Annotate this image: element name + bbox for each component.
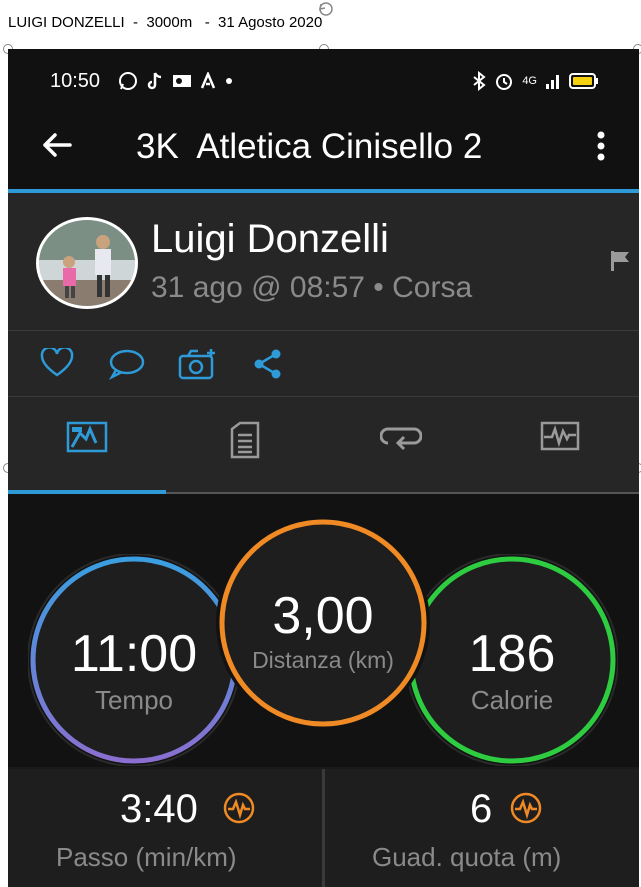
arrow-left-icon[interactable]: [40, 128, 74, 162]
pulse-icon: [510, 792, 542, 824]
whatsapp-icon: [119, 72, 137, 90]
activity-meta: 31 ago @ 08:57 • Corsa: [151, 271, 473, 304]
distanza-value: 3,00: [272, 587, 374, 645]
status-system-icons: 4G: [472, 71, 599, 91]
more-vertical-icon[interactable]: [595, 131, 607, 161]
rotate-handle-icon[interactable]: [311, 0, 341, 18]
phone-screenshot: 10:50 4G 3K Atletica Cinisello 2 Luigi D…: [8, 49, 639, 887]
status-time: 10:50: [50, 70, 101, 92]
network-type: 4G: [522, 75, 537, 87]
notification-dot-icon: [226, 78, 232, 84]
distanza-label: Distanza (km): [252, 647, 394, 673]
laps-icon[interactable]: [380, 421, 422, 451]
battery-icon: [569, 73, 598, 89]
tempo-label: Tempo: [94, 685, 174, 715]
details-icon[interactable]: [230, 421, 260, 459]
bluetooth-icon: [473, 71, 486, 91]
quota-label: Guad. quota (m): [372, 842, 562, 872]
metrics-divider: [322, 769, 325, 887]
passo-value: 3:40: [120, 787, 198, 831]
status-notification-icons: [118, 71, 234, 91]
quota-value: 6: [470, 787, 493, 831]
passo-label: Passo (min/km): [56, 842, 237, 872]
avatar[interactable]: [36, 217, 138, 309]
calorie-label: Calorie: [470, 685, 554, 715]
camera-add-icon[interactable]: [178, 348, 218, 380]
pulse-icon: [223, 792, 255, 824]
comment-icon[interactable]: [108, 348, 146, 380]
signal-icon: [546, 75, 559, 89]
flag-icon[interactable]: [609, 249, 633, 273]
avatar-photo: [39, 220, 135, 306]
calorie-value: 186: [468, 625, 556, 683]
tempo-value: 11:00: [70, 625, 198, 683]
user-name[interactable]: Luigi Donzelli: [151, 217, 389, 262]
social-actions: [8, 331, 639, 397]
heart-icon[interactable]: [40, 348, 74, 378]
overview-icon[interactable]: [66, 421, 108, 453]
outlook-icon: [173, 75, 191, 87]
share-icon[interactable]: [252, 348, 284, 380]
charts-icon[interactable]: [540, 421, 580, 451]
document-caption: LUIGI DONZELLI - 3000m - 31 Agosto 2020: [8, 14, 323, 31]
strava-icon: [200, 72, 216, 89]
tiktok-icon: [147, 72, 162, 90]
activity-title: 3K Atletica Cinisello 2: [136, 127, 483, 166]
status-bar: 10:50 4G: [8, 49, 639, 101]
alarm-icon: [496, 74, 513, 90]
